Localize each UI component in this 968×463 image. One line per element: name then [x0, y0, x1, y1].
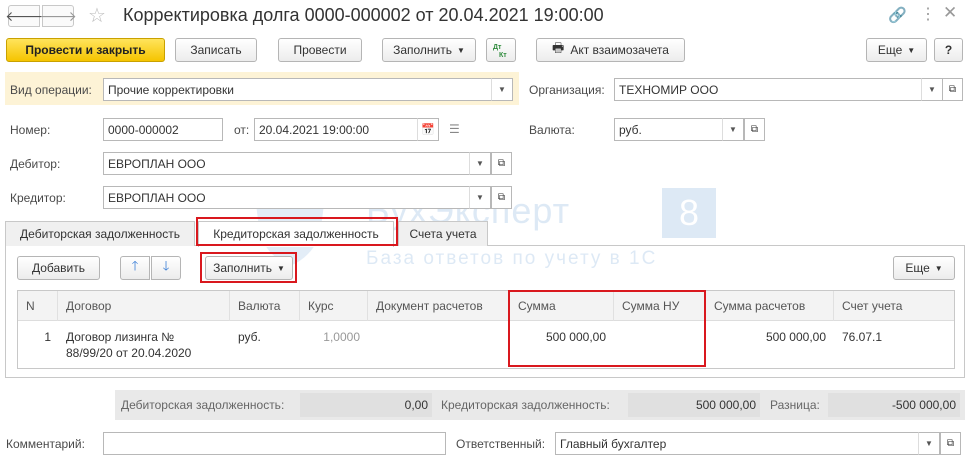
comment-label: Комментарий:: [6, 437, 85, 451]
data-table: N Договор Валюта Курс Документ расчетов …: [17, 290, 955, 369]
close-icon[interactable]: ✕: [943, 3, 957, 23]
difference-label: Разница:: [770, 398, 820, 412]
printer-icon: 🖶: [552, 40, 565, 55]
dtkt-icon: Дт Кт: [493, 44, 507, 58]
cell-contract-line1: Договор лизинга №: [66, 330, 175, 344]
cell-n: 1: [44, 330, 51, 344]
currency-field[interactable]: руб.: [614, 118, 723, 141]
open-icon: ⧉: [946, 438, 955, 449]
open-icon: ⧉: [750, 124, 759, 135]
debtor-label: Дебитор:: [10, 157, 61, 171]
operation-type-field[interactable]: Прочие корректировки: [103, 78, 492, 101]
date-label: от:: [234, 123, 250, 137]
debt-total-value: 0,00: [300, 393, 432, 417]
cell-contract-line2: 88/99/20 от 20.04.2020: [66, 346, 192, 360]
watermark-badge: 8: [662, 188, 716, 238]
col-n[interactable]: N: [18, 291, 58, 321]
post-and-close-button[interactable]: Провести и закрыть: [6, 38, 165, 62]
move-up-button[interactable]: 🡑: [120, 256, 150, 280]
creditor-field[interactable]: ЕВРОПЛАН ООО: [103, 186, 492, 209]
debt-total-label: Дебиторская задолженность:: [121, 398, 285, 412]
add-row-button[interactable]: Добавить: [17, 256, 100, 280]
chevron-down-icon: ▼: [457, 45, 465, 55]
forward-button[interactable]: 🡒: [39, 5, 77, 27]
table-more-label: Еще: [905, 261, 930, 275]
history-icon[interactable]: ☰: [449, 122, 460, 136]
number-field[interactable]: 0000-000002: [103, 118, 223, 141]
table-more-button[interactable]: Еще ▼: [893, 256, 955, 280]
col-currency[interactable]: Валюта: [230, 291, 300, 321]
highlight-sum-columns: [508, 290, 706, 367]
currency-open-button[interactable]: ⧉: [744, 118, 765, 141]
open-icon: ⧉: [948, 84, 957, 95]
more-button[interactable]: Еще ▼: [866, 38, 927, 62]
tab-accounts[interactable]: Счета учета: [398, 221, 488, 246]
tab-debtor[interactable]: Дебиторская задолженность: [5, 221, 195, 246]
col-rate[interactable]: Курс: [300, 291, 368, 321]
table-row[interactable]: 1 Договор лизинга № 88/99/20 от 20.04.20…: [18, 322, 954, 368]
col-settlement-sum[interactable]: Сумма расчетов: [706, 291, 834, 321]
organization-open-button[interactable]: ⧉: [942, 78, 963, 101]
cell-settlement-sum: 500 000,00: [765, 330, 826, 344]
chevron-down-icon: ▼: [934, 263, 943, 273]
organization-dropdown[interactable]: ▼: [921, 78, 943, 101]
dtkt-button[interactable]: Дт Кт: [486, 38, 516, 62]
currency-dropdown[interactable]: ▼: [722, 118, 744, 141]
svg-text:Кт: Кт: [499, 52, 507, 58]
window-title: Корректировка долга 0000-000002 от 20.04…: [123, 5, 604, 25]
organization-label: Организация:: [529, 83, 605, 97]
currency-label: Валюта:: [529, 123, 575, 137]
fill-label: Заполнить: [393, 43, 452, 57]
arrow-left-icon: 🡐: [5, 7, 43, 24]
credit-total-value: 500 000,00: [628, 393, 760, 417]
debtor-dropdown[interactable]: ▼: [469, 152, 491, 175]
highlight-fill-button: [200, 252, 297, 283]
number-label: Номер:: [10, 123, 51, 137]
link-icon[interactable]: 🔗: [888, 6, 907, 24]
date-field[interactable]: 20.04.2021 19:00:00: [254, 118, 418, 141]
credit-total-label: Кредиторская задолженность:: [441, 398, 610, 412]
move-down-button[interactable]: 🡓: [151, 256, 181, 280]
col-settlement-doc[interactable]: Документ расчетов: [368, 291, 510, 321]
cell-rate: 1,0000: [323, 330, 360, 344]
responsible-field[interactable]: Главный бухгалтер: [555, 432, 919, 455]
favorite-star-icon[interactable]: ☆: [88, 3, 106, 28]
responsible-open-button[interactable]: ⧉: [940, 432, 961, 455]
post-button[interactable]: Провести: [278, 38, 362, 62]
arrow-up-icon: 🡑: [131, 258, 139, 273]
more-label: Еще: [877, 43, 903, 57]
arrow-down-icon: 🡓: [162, 258, 170, 273]
responsible-dropdown[interactable]: ▼: [918, 432, 940, 455]
save-button[interactable]: Записать: [175, 38, 257, 62]
organization-field[interactable]: ТЕХНОМИР ООО: [614, 78, 922, 101]
more-menu-icon[interactable]: ⋮: [920, 4, 936, 24]
help-button[interactable]: ?: [934, 38, 963, 62]
difference-value: -500 000,00: [828, 393, 960, 417]
creditor-label: Кредитор:: [10, 191, 66, 205]
open-icon: ⧉: [497, 192, 506, 203]
cell-currency: руб.: [238, 330, 261, 344]
responsible-label: Ответственный:: [456, 437, 546, 451]
chevron-down-icon: ▼: [907, 45, 916, 55]
comment-field[interactable]: [103, 432, 446, 455]
svg-text:Дт: Дт: [493, 44, 502, 51]
debtor-open-button[interactable]: ⧉: [491, 152, 512, 175]
operation-type-label: Вид операции:: [10, 83, 92, 97]
calendar-button[interactable]: 📅: [417, 118, 439, 141]
col-contract[interactable]: Договор: [58, 291, 230, 321]
cell-account: 76.07.1: [842, 330, 883, 344]
creditor-dropdown[interactable]: ▼: [469, 186, 491, 209]
operation-type-dropdown[interactable]: ▼: [491, 78, 513, 101]
creditor-open-button[interactable]: ⧉: [491, 186, 512, 209]
fill-dropdown-button[interactable]: Заполнить ▼: [382, 38, 476, 62]
calendar-icon: 📅: [421, 124, 435, 136]
arrow-right-icon: 🡒: [39, 7, 77, 24]
open-icon: ⧉: [497, 158, 506, 169]
offset-act-button[interactable]: 🖶 Акт взаимозачета: [536, 38, 685, 62]
debtor-field[interactable]: ЕВРОПЛАН ООО: [103, 152, 492, 175]
back-button[interactable]: 🡐: [5, 5, 43, 27]
col-account[interactable]: Счет учета: [834, 291, 954, 321]
offset-act-label: Акт взаимозачета: [570, 43, 669, 57]
highlight-creditor-tab: [196, 217, 398, 246]
